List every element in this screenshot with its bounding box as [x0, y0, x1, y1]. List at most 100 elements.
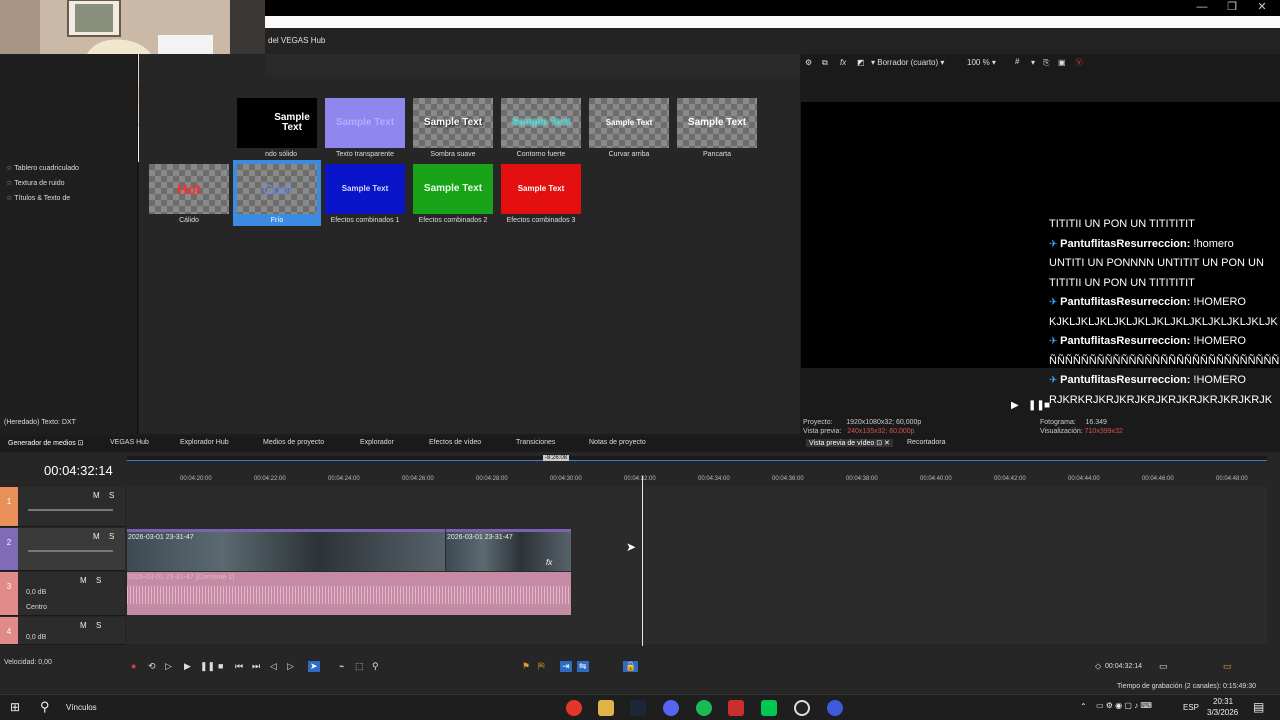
discord-icon[interactable]	[663, 700, 679, 716]
copy-icon[interactable]: ⎘	[1043, 58, 1049, 68]
play-icon[interactable]: ▶	[184, 661, 191, 672]
previous-frame-icon[interactable]: ◁	[270, 661, 277, 672]
region-length-icon[interactable]: ▭	[1159, 661, 1168, 672]
tab-project-notes[interactable]: Notas de proyecto	[589, 439, 646, 446]
preset-thumb-solid[interactable]: Sample Text	[237, 98, 317, 148]
save-snapshot-icon[interactable]: ▣	[1058, 58, 1066, 67]
solo-button[interactable]: S	[109, 491, 114, 500]
lock-envelopes-icon[interactable]: 🔒	[623, 661, 639, 672]
obs-icon[interactable]	[794, 700, 810, 716]
tab-explorer[interactable]: Explorador	[360, 439, 394, 446]
tab-transitions[interactable]: Transiciones	[516, 439, 555, 446]
selection-tool-icon[interactable]: ⬚	[355, 661, 364, 672]
zoom-tool-icon[interactable]: ⚲	[372, 661, 379, 672]
audio-clip[interactable]: 2026-03-01 23-31-47 [Corriente 1]	[127, 572, 571, 615]
preset-thumb-combined-2[interactable]: Sample Text	[413, 164, 493, 214]
search-icon[interactable]: ⚲	[40, 699, 50, 715]
language-indicator[interactable]: ESP	[1183, 703, 1199, 712]
track-header-3[interactable]: 3 M S 0,0 dB Centro	[0, 572, 125, 616]
fx-icon[interactable]: fx	[546, 558, 552, 567]
mute-button[interactable]: M	[80, 576, 87, 585]
tray-icons[interactable]: ▭ ⚙ ◉ ▢ ♪ ⌨	[1096, 701, 1152, 710]
normal-edit-tool-icon[interactable]: ➤	[308, 661, 320, 672]
next-frame-icon[interactable]: ▷	[287, 661, 294, 672]
track-header-2[interactable]: 2 M S	[0, 528, 125, 571]
preset-thumb-warm[interactable]: Hot	[149, 164, 229, 214]
snapping-icon[interactable]: ⇥	[560, 661, 572, 672]
external-monitor-icon[interactable]: ⧉	[822, 58, 828, 68]
auto-ripple-icon[interactable]: ⇋	[577, 661, 589, 672]
pause-icon[interactable]: ❚❚	[1028, 400, 1045, 411]
region-icon[interactable]: ⛿	[538, 661, 545, 672]
gear-icon[interactable]: ⚙	[805, 58, 812, 67]
fx-icon[interactable]: fx	[840, 58, 846, 67]
loop-icon[interactable]: ⟲	[148, 661, 156, 672]
file-explorer-icon[interactable]	[598, 700, 614, 716]
tab-video-fx[interactable]: Efectos de vídeo	[429, 439, 481, 446]
stop-icon[interactable]: ■	[218, 661, 223, 671]
loop-region-bar[interactable]	[127, 456, 1267, 461]
clock-date[interactable]: 3/3/2026	[1207, 708, 1238, 717]
go-to-start-icon[interactable]: ⏮	[235, 661, 243, 672]
video-clip-2[interactable]: 2026-03-01 23-31-47 fx	[446, 529, 571, 571]
vegas-icon[interactable]: Ⓥ	[1075, 57, 1083, 68]
split-screen-icon[interactable]: ◩	[857, 58, 865, 67]
preset-thumb-banner[interactable]: Sample Text	[677, 98, 757, 148]
tray-chevron-icon[interactable]: ⌃	[1080, 702, 1087, 711]
tab-media-generator[interactable]: Generador de medios ⊡	[8, 439, 84, 447]
marker-icon[interactable]: ⚑	[522, 661, 530, 672]
spotify-icon[interactable]	[696, 700, 712, 716]
solo-button[interactable]: S	[96, 621, 101, 630]
level-slider[interactable]	[28, 550, 113, 552]
steam-icon[interactable]	[630, 700, 646, 716]
chrome-icon[interactable]	[566, 700, 582, 716]
tab-project-media[interactable]: Medios de proyecto	[263, 439, 324, 446]
mute-button[interactable]: M	[80, 621, 87, 630]
grid-dropdown-icon[interactable]: ▾	[1031, 58, 1035, 67]
level-slider[interactable]	[28, 509, 113, 511]
tab-vegas-hub[interactable]: VEGAS Hub	[110, 439, 149, 446]
envelope-tool-icon[interactable]: ⌁	[339, 661, 344, 672]
go-to-end-icon[interactable]: ⏭	[252, 661, 260, 672]
notification-icon[interactable]: ▤	[1253, 700, 1264, 714]
playhead[interactable]	[642, 476, 643, 646]
vegas-app-icon[interactable]	[827, 700, 843, 716]
preset-thumb-arc-up[interactable]: Sample Text	[589, 98, 669, 148]
tab-hub-explorer[interactable]: Explorador Hub	[180, 439, 229, 446]
windows-start-icon[interactable]: ⊞	[10, 700, 20, 714]
play-icon[interactable]: ▶	[1011, 400, 1019, 411]
tab-video-preview[interactable]: Vista previa de vídeo ⊡ ✕	[806, 439, 893, 447]
taskbar-search-label[interactable]: Vínculos	[66, 703, 97, 712]
preset-thumb-transparent[interactable]: Sample Text	[325, 98, 405, 148]
preset-thumb-strong-outline[interactable]: Sample Text	[501, 98, 581, 148]
track-header-4[interactable]: 4 M S 0,0 dB	[0, 617, 125, 645]
solo-button[interactable]: S	[109, 532, 114, 541]
maximize-button[interactable]: ❐	[1217, 0, 1247, 16]
quality-dropdown[interactable]: ▾ Borrador (cuarto) ▾	[871, 58, 944, 67]
tree-item-noise-texture[interactable]: ☆ Textura de ruido	[6, 179, 64, 187]
tree-item-checkerboard[interactable]: ☆ Tablero cuadriculado	[6, 164, 79, 172]
zoom-dropdown[interactable]: 100 % ▾	[967, 58, 996, 67]
voice-meeter-icon[interactable]	[728, 700, 744, 716]
stop-icon[interactable]: ■	[1044, 400, 1050, 411]
mute-button[interactable]: M	[93, 491, 100, 500]
pause-icon[interactable]: ❚❚	[200, 661, 215, 672]
solo-button[interactable]: S	[96, 576, 101, 585]
grid-icon[interactable]: #	[1015, 57, 1019, 66]
time-ruler[interactable]: 00:04:20:00 00:04:22:00 00:04:24:00 00:0…	[127, 473, 1267, 487]
tree-item-titles-text[interactable]: ☆ Títulos & Texto de	[6, 194, 70, 202]
minimize-button[interactable]: —	[1187, 0, 1217, 16]
record-icon[interactable]: ●	[131, 661, 136, 671]
video-clip-1[interactable]: 2026-03-01 23-31-47	[127, 529, 445, 571]
streaming-app-icon[interactable]	[761, 700, 777, 716]
play-from-start-icon[interactable]: ▷	[165, 661, 172, 672]
mute-button[interactable]: M	[93, 532, 100, 541]
clock-time[interactable]: 20:31	[1213, 697, 1233, 706]
close-button[interactable]: ✕	[1247, 0, 1277, 16]
preset-thumb-soft-shadow[interactable]: Sample Text	[413, 98, 493, 148]
track-header-1[interactable]: 1 M S	[0, 487, 125, 527]
preset-thumb-cool[interactable]: Cool	[237, 164, 317, 214]
loop-region-icon[interactable]: ▭	[1223, 661, 1232, 672]
preset-thumb-combined-3[interactable]: Sample Text	[501, 164, 581, 214]
preset-thumb-combined-1[interactable]: Sample Text	[325, 164, 405, 214]
